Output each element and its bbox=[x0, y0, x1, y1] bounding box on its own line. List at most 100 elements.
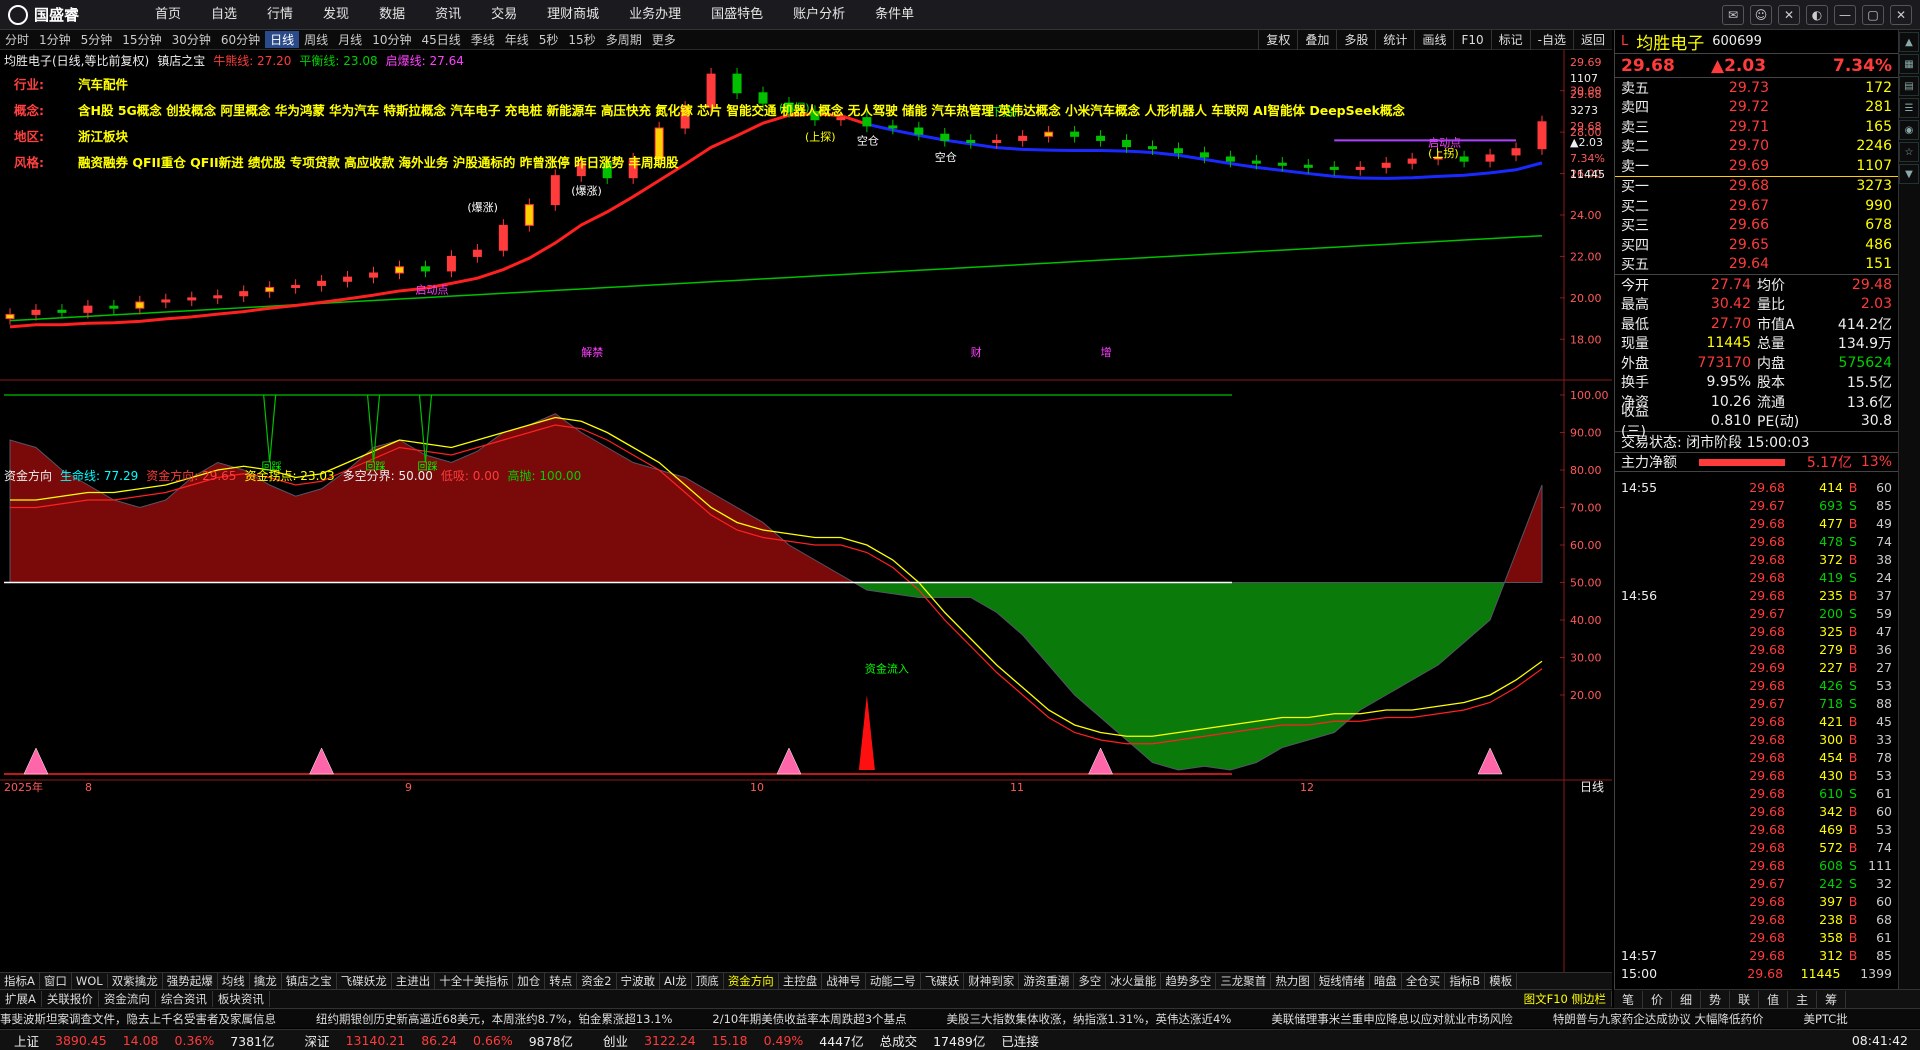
menu-item-7[interactable]: 理财商城 bbox=[532, 0, 614, 30]
indicator-tab[interactable]: 窗口 bbox=[40, 973, 72, 989]
quote-footer-tab[interactable]: 主 bbox=[1788, 990, 1818, 1008]
menu-item-6[interactable]: 交易 bbox=[476, 0, 532, 30]
indicator-tab[interactable]: 资金2 bbox=[577, 973, 617, 989]
menu-item-1[interactable]: 自选 bbox=[196, 0, 252, 30]
period-10[interactable]: 45日线 bbox=[416, 31, 465, 48]
chart-tool-1[interactable]: 叠加 bbox=[1297, 30, 1336, 50]
index-name[interactable]: 深证 bbox=[305, 1031, 330, 1050]
menu-item-3[interactable]: 发现 bbox=[308, 0, 364, 30]
ask-row[interactable]: 卖二 29.70 2246 bbox=[1615, 137, 1898, 157]
candle[interactable] bbox=[550, 175, 560, 206]
candle[interactable] bbox=[83, 305, 93, 313]
period-11[interactable]: 季线 bbox=[466, 31, 500, 48]
quote-footer-tab[interactable]: 联 bbox=[1730, 990, 1760, 1008]
menu-item-5[interactable]: 资讯 bbox=[420, 0, 476, 30]
candle[interactable] bbox=[135, 301, 145, 309]
candle[interactable] bbox=[5, 313, 15, 320]
chart-tool-8[interactable]: 返回 bbox=[1572, 30, 1612, 50]
period-15[interactable]: 多周期 bbox=[601, 31, 647, 48]
bid-row[interactable]: 买三 29.66 678 bbox=[1615, 216, 1898, 236]
candle[interactable] bbox=[213, 295, 223, 299]
period-4[interactable]: 30分钟 bbox=[167, 31, 216, 48]
indicator-tab[interactable]: 动能二号 bbox=[866, 973, 921, 989]
sidebar-up-icon[interactable]: ▲ bbox=[1899, 32, 1919, 52]
period-6[interactable]: 日线 bbox=[265, 31, 300, 48]
period-8[interactable]: 月线 bbox=[333, 31, 367, 48]
candle[interactable] bbox=[291, 284, 301, 289]
indicator-tab[interactable]: 镇店之宝 bbox=[282, 973, 337, 989]
candle[interactable] bbox=[369, 272, 379, 278]
chart-tool-4[interactable]: 画线 bbox=[1414, 30, 1453, 50]
quote-footer-tab[interactable]: 价 bbox=[1643, 990, 1673, 1008]
menu-item-11[interactable]: 条件单 bbox=[860, 0, 929, 30]
candle[interactable] bbox=[472, 249, 482, 257]
quote-footer-tab[interactable]: 筹 bbox=[1817, 990, 1847, 1008]
indicator-tab[interactable]: 飞碟妖龙 bbox=[337, 973, 392, 989]
indicator-tab[interactable]: 资金方向 bbox=[724, 973, 779, 989]
indicator-tab[interactable]: 财神到家 bbox=[964, 973, 1020, 989]
quote-footer-tab[interactable]: 细 bbox=[1672, 990, 1702, 1008]
indicator-tab[interactable]: 趋势多空 bbox=[1161, 973, 1217, 989]
period-0[interactable]: 分时 bbox=[0, 31, 34, 48]
ask-row[interactable]: 卖四 29.72 281 bbox=[1615, 98, 1898, 118]
indicator-tab[interactable]: 热力图 bbox=[1271, 973, 1315, 989]
indicator-tab[interactable]: 十全十美指标 bbox=[435, 973, 514, 989]
indicator-tab[interactable]: 游资重潮 bbox=[1019, 973, 1075, 989]
indicator-tab[interactable]: 主控盘 bbox=[779, 973, 823, 989]
indicator-tab[interactable]: WOL bbox=[72, 974, 108, 988]
indicator-tab[interactable]: 暗盘 bbox=[1370, 973, 1402, 989]
period-5[interactable]: 60分钟 bbox=[216, 31, 265, 48]
indicator-tab[interactable]: 短线情绪 bbox=[1315, 973, 1370, 989]
sidebar-list-icon[interactable]: ☰ bbox=[1899, 98, 1919, 118]
period-2[interactable]: 5分钟 bbox=[76, 31, 118, 48]
sidebar-down-icon[interactable]: ▼ bbox=[1899, 164, 1919, 184]
quote-footer-tab[interactable]: 笔 bbox=[1614, 990, 1644, 1008]
indicator-tab[interactable]: 模板 bbox=[1485, 973, 1518, 989]
candle[interactable] bbox=[31, 309, 41, 315]
minimize-button[interactable]: — bbox=[1834, 5, 1856, 25]
period-3[interactable]: 15分钟 bbox=[117, 31, 166, 48]
indicator-tab[interactable]: 多空 bbox=[1074, 973, 1107, 989]
candle[interactable] bbox=[343, 276, 353, 282]
news-item[interactable]: 特朗普与九家药企达成协议 大幅降低药价 bbox=[1553, 1011, 1764, 1027]
period-16[interactable]: 更多 bbox=[647, 31, 681, 48]
bid-row[interactable]: 买二 29.67 990 bbox=[1615, 196, 1898, 216]
candle[interactable] bbox=[187, 297, 197, 301]
tools-icon[interactable]: ✕ bbox=[1778, 5, 1800, 25]
period-9[interactable]: 10分钟 bbox=[367, 31, 416, 48]
maximize-button[interactable]: ▢ bbox=[1862, 5, 1884, 25]
chart-tool-6[interactable]: 标记 bbox=[1490, 30, 1530, 50]
sub-tab[interactable]: 板块资讯 bbox=[213, 991, 270, 1007]
indicator-tab[interactable]: 全仓买 bbox=[1402, 973, 1446, 989]
candle[interactable] bbox=[420, 266, 430, 272]
period-13[interactable]: 5秒 bbox=[534, 31, 564, 48]
kline-chart[interactable]: 回踩 回踩 回踩资金流入 (爆涨)(爆涨)(下探)(上探) 空仓空仓(下拐)(上拐)启… bbox=[0, 50, 1612, 972]
ask-row[interactable]: 卖一 29.69 1107 bbox=[1615, 156, 1898, 176]
sidebar-chart-icon[interactable]: ▤ bbox=[1899, 76, 1919, 96]
menu-item-2[interactable]: 行情 bbox=[252, 0, 308, 30]
candle[interactable] bbox=[161, 299, 171, 303]
indicator-name[interactable]: 资金方向 bbox=[0, 467, 52, 485]
indicator-tab[interactable]: AI龙 bbox=[660, 973, 692, 989]
index-name[interactable]: 创业 bbox=[603, 1031, 628, 1050]
indicator-tab[interactable]: 战神号 bbox=[822, 973, 866, 989]
candle[interactable] bbox=[317, 280, 327, 286]
indicator-tab[interactable]: 顶底 bbox=[692, 973, 724, 989]
indicator-tab[interactable]: 双紫擒龙 bbox=[108, 973, 163, 989]
ask-row[interactable]: 卖五 29.73 172 bbox=[1615, 78, 1898, 98]
skin-icon[interactable]: ◐ bbox=[1806, 5, 1828, 25]
chart-tool-0[interactable]: 复权 bbox=[1258, 30, 1297, 50]
candle[interactable] bbox=[498, 224, 508, 251]
tick-list[interactable]: 14:55 29.68 414 B 60 29.67 693 S 85 29.68 477 B 49 29… bbox=[1615, 472, 1898, 982]
period-14[interactable]: 15秒 bbox=[563, 31, 600, 48]
user-icon[interactable]: ☺ bbox=[1750, 5, 1772, 25]
quote-footer-tab[interactable]: 值 bbox=[1759, 990, 1789, 1008]
menu-item-10[interactable]: 账户分析 bbox=[778, 0, 860, 30]
news-item[interactable]: 2/10年期美债收益率本周跌超3个基点 bbox=[712, 1011, 906, 1027]
candle[interactable] bbox=[265, 287, 275, 293]
indicator-tab[interactable]: 转点 bbox=[545, 973, 578, 989]
sub-tab[interactable]: 综合资讯 bbox=[156, 991, 213, 1007]
f10-sidebar-tab[interactable]: 图文F10 侧边栏 bbox=[1519, 991, 1612, 1007]
sidebar-bell-icon[interactable]: ◉ bbox=[1899, 120, 1919, 140]
indicator-tab[interactable]: 飞碟妖 bbox=[921, 973, 965, 989]
